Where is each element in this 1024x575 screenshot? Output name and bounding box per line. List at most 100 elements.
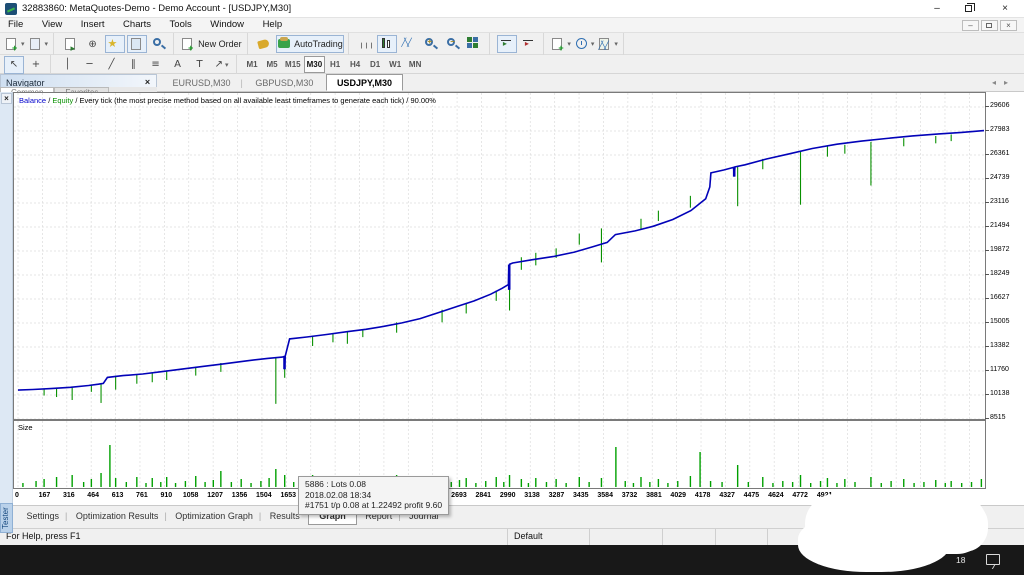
fibonacci-tool[interactable]: ≡ — [146, 56, 166, 74]
crosshair-tool[interactable]: + — [26, 56, 46, 74]
status-profile[interactable]: Default — [508, 529, 590, 545]
redaction-blob — [918, 500, 988, 552]
bar-chart-icon[interactable] — [355, 35, 375, 53]
market-watch-button[interactable] — [126, 35, 147, 53]
menu-window[interactable]: Window — [202, 18, 252, 31]
child-restore-button[interactable] — [981, 20, 998, 31]
restore-button[interactable] — [954, 0, 984, 18]
vertical-line-tool[interactable]: │ — [58, 56, 78, 74]
tester-tab-settings[interactable]: Settings — [21, 507, 66, 525]
window-title: 32883860: MetaQuotes-Demo - Demo Account… — [22, 3, 292, 14]
clock-icon — [575, 38, 587, 49]
periods-button[interactable]: ▾ — [574, 35, 596, 53]
menu-tools[interactable]: Tools — [162, 18, 200, 31]
legend-equity: Equity — [52, 96, 74, 105]
chart-tab-gbpusd[interactable]: GBPUSD,M30 — [245, 75, 323, 90]
data-window-button[interactable] — [149, 35, 169, 53]
tester-side-label[interactable]: Tester — [0, 503, 13, 533]
indicators-button[interactable]: + ▾ — [550, 35, 572, 53]
status-cell-empty — [663, 529, 716, 545]
text-tool[interactable]: A — [168, 56, 188, 74]
new-order-button[interactable]: + New Order — [180, 35, 243, 53]
y-axis-label: 23116 — [985, 198, 1009, 205]
x-axis-label: 761 — [136, 492, 148, 499]
timeframe-mn[interactable]: MN — [405, 56, 425, 73]
restore-icon — [965, 3, 975, 12]
menu-view[interactable]: View — [34, 18, 70, 31]
menu-help[interactable]: Help — [255, 18, 291, 31]
auto-scroll-icon[interactable]: ▸ — [496, 35, 517, 53]
timeframe-m5[interactable]: M5 — [262, 56, 282, 73]
timeframe-h4[interactable]: H4 — [345, 56, 365, 73]
menu-file[interactable]: File — [0, 18, 31, 31]
horizontal-line-tool[interactable]: ─ — [80, 56, 100, 74]
status-help-text: For Help, press F1 — [0, 529, 508, 545]
taskbar-clock-fragment: 18 — [956, 555, 966, 565]
timeframe-m30[interactable]: M30 — [303, 56, 326, 73]
y-axis-label: 21494 — [984, 222, 1010, 229]
x-axis-label: 1058 — [182, 492, 199, 499]
x-axis-label: 4772 — [792, 492, 808, 499]
x-axis-label: 2693 — [451, 492, 467, 499]
timeframe-w1[interactable]: W1 — [385, 56, 405, 73]
shapes-tool[interactable]: ↗ ▾ — [212, 56, 232, 74]
minimize-button[interactable]: – — [922, 0, 952, 18]
crosshair-move-icon[interactable]: ⊕ — [83, 35, 103, 53]
chart-window-icon[interactable]: ▸ — [61, 35, 81, 53]
x-axis-label: 910 — [160, 492, 173, 499]
tile-windows-icon[interactable] — [465, 35, 485, 53]
notification-center-icon[interactable] — [986, 554, 1000, 565]
expert-advisors-icon[interactable] — [254, 35, 274, 53]
x-axis-label: 4327 — [719, 492, 735, 499]
candlestick-chart-icon[interactable] — [377, 35, 398, 53]
trade-tooltip: 5886 : Lots 0.08 2018.02.08 18:34 #1751 … — [298, 476, 450, 515]
zoom-in-icon[interactable]: + — [421, 35, 441, 53]
line-chart-icon[interactable] — [399, 35, 419, 53]
zoom-out-icon[interactable]: – — [443, 35, 463, 53]
x-axis-label: 1504 — [256, 492, 272, 499]
menu-charts[interactable]: Charts — [115, 18, 159, 31]
child-minimize-button[interactable]: – — [962, 20, 979, 31]
tab-scroll-left-icon[interactable]: ◂ — [992, 78, 1004, 87]
timeframe-m15[interactable]: M15 — [282, 56, 304, 73]
chart-tab-eurusd[interactable]: EURUSD,M30 — [163, 75, 241, 90]
size-panel[interactable] — [13, 420, 986, 489]
tester-tab-optimization-results[interactable]: Optimization Results — [70, 507, 165, 525]
tester-side-strip — [0, 92, 13, 505]
balance-graph[interactable] — [13, 92, 986, 420]
tooltip-date-line: 2018.02.08 18:34 — [305, 489, 372, 500]
x-axis-label: 2990 — [499, 492, 516, 499]
y-axis-label: 18249 — [984, 270, 1010, 277]
timeframe-h1[interactable]: H1 — [325, 56, 345, 73]
timeframe-m1[interactable]: M1 — [242, 56, 262, 73]
chevron-down-icon: ▾ — [590, 41, 595, 48]
x-axis-label: 613 — [111, 492, 124, 499]
chart-shift-icon[interactable]: ▸ — [519, 35, 539, 53]
x-axis-label: 1207 — [207, 492, 223, 499]
close-button[interactable]: × — [990, 0, 1020, 18]
app-icon — [5, 3, 17, 15]
magnifier-icon — [152, 38, 161, 46]
templates-button[interactable]: ▾ — [597, 35, 619, 53]
menu-insert[interactable]: Insert — [73, 18, 113, 31]
trendline-tool[interactable]: ╱ — [102, 56, 122, 74]
x-axis-label: 4178 — [694, 492, 711, 499]
tester-close-icon[interactable]: × — [1, 93, 12, 104]
label-tool[interactable]: T — [190, 56, 210, 74]
profiles-button[interactable]: ▾ — [28, 35, 50, 53]
child-close-button[interactable]: × — [1000, 20, 1017, 31]
timeframe-d1[interactable]: D1 — [365, 56, 385, 73]
tab-scroll-right-icon[interactable]: ▸ — [1004, 78, 1016, 87]
y-axis-label: 29606 — [984, 102, 1010, 109]
balance-line — [17, 129, 985, 391]
chart-tab-usdjpy[interactable]: USDJPY,M30 — [325, 74, 403, 91]
channel-tool[interactable]: ∥ — [124, 56, 144, 74]
y-axis-label: 24739 — [984, 173, 1010, 181]
autotrading-button[interactable]: AutoTrading — [276, 35, 344, 53]
tester-tab-optimization-graph[interactable]: Optimization Graph — [169, 507, 259, 525]
legend-description: / Every tick (the most precise method ba… — [73, 96, 436, 105]
tab-scroll-arrows[interactable]: ◂▸ — [992, 78, 1016, 87]
strategy-tester-button[interactable]: ★ — [104, 35, 125, 53]
cursor-tool[interactable]: ↖ — [4, 55, 24, 74]
new-chart-button[interactable]: + ▾ — [4, 35, 26, 53]
